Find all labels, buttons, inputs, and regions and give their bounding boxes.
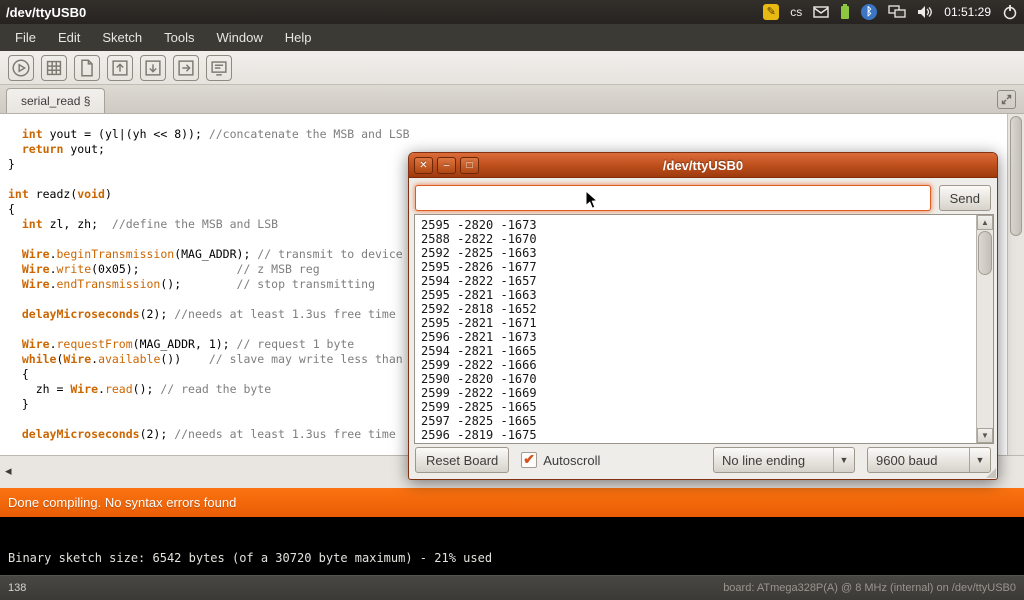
tab-bar: serial_read § xyxy=(0,85,1024,114)
line-number-indicator: 138 xyxy=(8,582,26,594)
serial-window-titlebar[interactable]: ✕ – □ /dev/ttyUSB0 xyxy=(409,153,997,178)
upload-button[interactable] xyxy=(173,55,199,81)
scroll-up-icon[interactable]: ▲ xyxy=(977,215,993,230)
status-bar: Done compiling. No syntax errors found xyxy=(0,488,1024,517)
chevron-down-icon[interactable]: ▼ xyxy=(833,448,854,472)
baud-value: 9600 baud xyxy=(868,453,969,468)
serial-window-title: /dev/ttyUSB0 xyxy=(409,158,997,173)
system-tray: ✎ cs ᛒ 01:51:29 xyxy=(763,4,1018,20)
session-menu-icon[interactable] xyxy=(1002,4,1018,20)
serial-output-area: 2595 -2820 -1673 2588 -2822 -1670 2592 -… xyxy=(414,214,994,444)
maximize-button[interactable]: □ xyxy=(460,157,479,174)
autoscroll-label: Autoscroll xyxy=(543,453,600,468)
reset-board-button[interactable]: Reset Board xyxy=(415,447,509,473)
serial-output[interactable]: 2595 -2820 -1673 2588 -2822 -1670 2592 -… xyxy=(415,215,976,443)
volume-icon[interactable] xyxy=(917,5,933,19)
board-info: board: ATmega328P(A) @ 8 MHz (internal) … xyxy=(723,582,1016,594)
tab-serial-read[interactable]: serial_read § xyxy=(6,88,105,113)
top-panel: /dev/ttyUSB0 ✎ cs ᛒ 01:51:29 xyxy=(0,0,1024,24)
serial-vscrollbar[interactable]: ▲ ▼ xyxy=(976,215,993,443)
minimize-button[interactable]: – xyxy=(437,157,456,174)
build-console: Binary sketch size: 6542 bytes (of a 307… xyxy=(0,517,1024,575)
serial-controls-row: Reset Board Autoscroll No line ending ▼ … xyxy=(409,445,997,475)
menu-tools[interactable]: Tools xyxy=(153,26,205,49)
menu-file[interactable]: File xyxy=(4,26,47,49)
menu-window[interactable]: Window xyxy=(205,26,273,49)
status-message: Done compiling. No syntax errors found xyxy=(8,495,236,510)
open-button[interactable] xyxy=(107,55,133,81)
bluetooth-icon[interactable]: ᛒ xyxy=(861,4,877,20)
new-sketch-button[interactable] xyxy=(74,55,100,81)
mouse-cursor xyxy=(585,190,599,210)
serial-vscroll-thumb[interactable] xyxy=(978,231,992,275)
active-window-title: /dev/ttyUSB0 xyxy=(6,5,86,20)
tab-menu-button[interactable] xyxy=(997,90,1016,109)
resize-grip[interactable] xyxy=(986,468,996,478)
keyboard-layout-indicator[interactable]: cs xyxy=(790,5,802,19)
network-icon[interactable] xyxy=(888,5,906,19)
editor-vscroll-thumb[interactable] xyxy=(1010,116,1022,236)
serial-monitor-button[interactable] xyxy=(206,55,232,81)
menu-edit[interactable]: Edit xyxy=(47,26,91,49)
serial-monitor-window: ✕ – □ /dev/ttyUSB0 Send 2595 -2820 -1673… xyxy=(408,152,998,480)
stop-button[interactable] xyxy=(41,55,67,81)
code-line: int yout = (yl|(yh << 8)); //concatenate… xyxy=(8,127,1024,142)
autoscroll-option[interactable]: Autoscroll xyxy=(521,452,600,468)
verify-button[interactable] xyxy=(8,55,34,81)
tab-label: serial_read § xyxy=(21,94,90,108)
battery-icon[interactable] xyxy=(840,4,850,20)
serial-input[interactable] xyxy=(415,185,931,211)
autoscroll-checkbox[interactable] xyxy=(521,452,537,468)
close-button[interactable]: ✕ xyxy=(414,157,433,174)
hscroll-left-arrow-icon[interactable]: ◂ xyxy=(5,463,12,479)
footer-statusbar: 138 board: ATmega328P(A) @ 8 MHz (intern… xyxy=(0,575,1024,600)
line-ending-select[interactable]: No line ending ▼ xyxy=(713,447,855,473)
save-button[interactable] xyxy=(140,55,166,81)
send-button[interactable]: Send xyxy=(939,185,991,211)
editor-vscrollbar[interactable] xyxy=(1007,114,1024,455)
menu-sketch[interactable]: Sketch xyxy=(91,26,153,49)
notes-icon[interactable]: ✎ xyxy=(763,4,779,20)
clock[interactable]: 01:51:29 xyxy=(944,5,991,19)
serial-input-row: Send xyxy=(409,178,997,216)
menu-bar: FileEditSketchToolsWindowHelp xyxy=(0,24,1024,51)
console-output: Binary sketch size: 6542 bytes (of a 307… xyxy=(8,551,1024,565)
scroll-down-icon[interactable]: ▼ xyxy=(977,428,993,443)
menu-help[interactable]: Help xyxy=(274,26,323,49)
baud-select[interactable]: 9600 baud ▼ xyxy=(867,447,991,473)
line-ending-value: No line ending xyxy=(714,453,833,468)
toolbar xyxy=(0,51,1024,85)
mail-icon[interactable] xyxy=(813,6,829,18)
